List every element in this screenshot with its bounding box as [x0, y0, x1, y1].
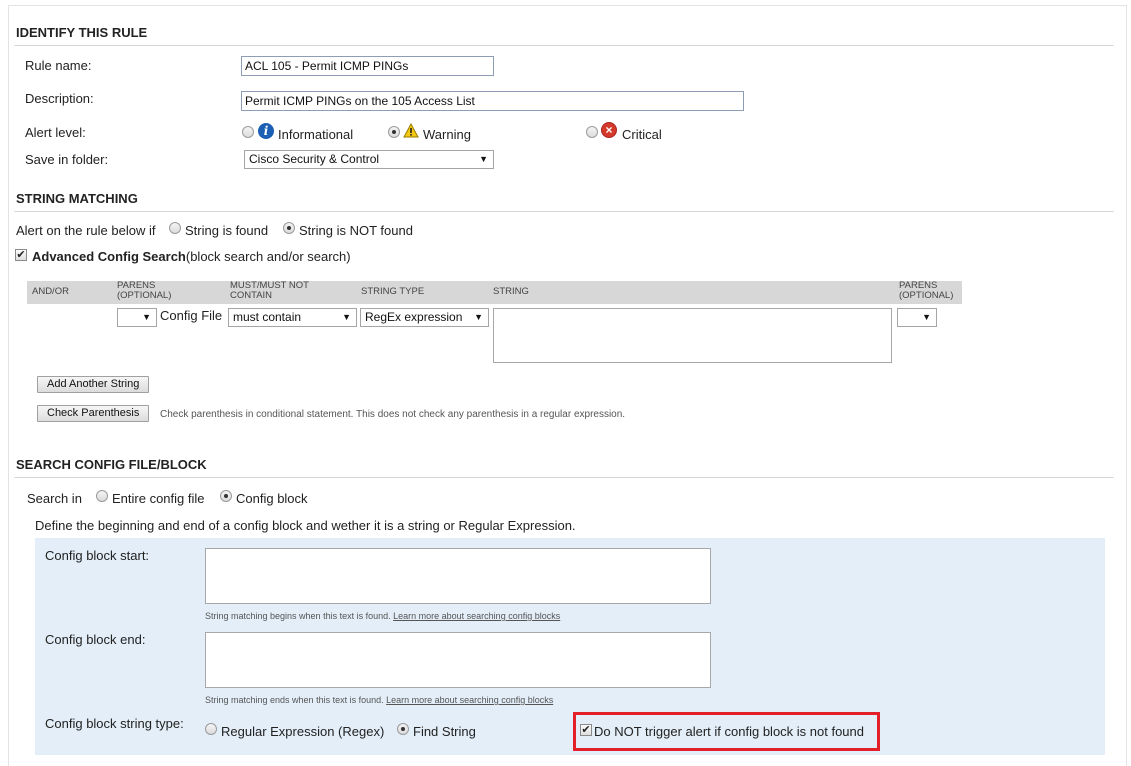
config-file-label: Config File [160, 308, 223, 323]
column-header-and-or: AND/OR [32, 286, 69, 297]
config-block-end-label: Config block end: [45, 632, 146, 647]
section-title-search-block: SEARCH CONFIG FILE/BLOCK [16, 457, 207, 472]
learn-more-link-end[interactable]: Learn more about searching config blocks [386, 695, 553, 705]
entire-config-file-radio[interactable] [96, 490, 108, 502]
config-block-start-note: String matching begins when this text is… [205, 611, 561, 621]
dropdown-arrow-icon: ▼ [479, 154, 488, 164]
type-find-string-label: Find String [413, 724, 476, 739]
parens-close-select[interactable]: ▼ [897, 308, 937, 327]
string-textarea[interactable] [493, 308, 892, 363]
string-type-select[interactable]: RegEx expression ▼ [360, 308, 489, 327]
rule-name-label: Rule name: [25, 58, 92, 73]
string-not-found-label: String is NOT found [299, 223, 413, 238]
type-regex-label: Regular Expression (Regex) [221, 724, 385, 739]
description-input[interactable]: Permit ICMP PINGs on the 105 Access List [241, 91, 744, 111]
save-folder-value: Cisco Security & Control [249, 152, 380, 166]
string-found-radio[interactable] [169, 222, 181, 234]
add-another-string-button[interactable]: Add Another String [37, 376, 150, 393]
alert-informational-radio[interactable] [242, 126, 254, 138]
alert-informational-label: Informational [278, 127, 354, 142]
description-label: Description: [25, 91, 94, 106]
column-header-string-type: STRING TYPE [361, 286, 425, 297]
section-divider [14, 211, 1114, 212]
config-block-end-note: String matching ends when this text is f… [205, 695, 554, 705]
define-block-text: Define the beginning and end of a config… [35, 518, 576, 533]
critical-icon: × [601, 122, 617, 138]
info-icon: i [258, 123, 274, 139]
search-in-label: Search in [27, 491, 82, 506]
column-header-string: STRING [493, 286, 529, 297]
type-regex-radio[interactable] [205, 723, 217, 735]
alert-critical-radio[interactable] [586, 126, 598, 138]
config-block-start-label: Config block start: [45, 548, 150, 563]
column-header-must: MUST/MUST NOT CONTAIN [230, 280, 309, 301]
frame-top-border [8, 5, 1126, 6]
section-title-identify: IDENTIFY THIS RULE [16, 25, 148, 40]
section-title-string-matching: STRING MATCHING [16, 191, 138, 206]
must-contain-select[interactable]: must contain ▼ [228, 308, 357, 327]
alert-warning-label: Warning [423, 127, 471, 142]
column-header-parens-close: PARENS (OPTIONAL) [899, 280, 954, 301]
entire-config-file-label: Entire config file [112, 491, 205, 506]
section-divider [14, 477, 1114, 478]
config-block-start-textarea[interactable] [205, 548, 711, 604]
alert-warning-radio[interactable] [388, 126, 400, 138]
dropdown-arrow-icon: ▼ [342, 312, 351, 322]
column-header-parens-open: PARENS (OPTIONAL) [117, 280, 172, 301]
advanced-config-search-checkbox[interactable]: ✔ [15, 249, 27, 261]
config-block-label: Config block [236, 491, 308, 506]
rule-name-input[interactable]: ACL 105 - Permit ICMP PINGs [241, 56, 494, 76]
frame-right-border [1126, 5, 1127, 766]
string-not-found-radio[interactable] [283, 222, 295, 234]
check-parenthesis-note: Check parenthesis in conditional stateme… [160, 409, 626, 420]
dropdown-arrow-icon: ▼ [142, 312, 151, 322]
learn-more-link-start[interactable]: Learn more about searching config blocks [393, 611, 560, 621]
warning-icon [403, 123, 419, 138]
highlight-annotation-box [573, 712, 880, 751]
alert-critical-label: Critical [622, 127, 662, 142]
save-folder-label: Save in folder: [25, 152, 109, 167]
config-block-radio[interactable] [220, 490, 232, 502]
dropdown-arrow-icon: ▼ [922, 312, 931, 322]
dropdown-arrow-icon: ▼ [474, 312, 483, 322]
config-block-type-label: Config block string type: [45, 716, 184, 731]
advanced-config-search-label: Advanced Config Search(block search and/… [32, 249, 351, 264]
check-parenthesis-button[interactable]: Check Parenthesis [37, 405, 150, 422]
type-find-string-radio[interactable] [397, 723, 409, 735]
parens-open-select[interactable]: ▼ [117, 308, 157, 327]
alert-condition-label: Alert on the rule below if [16, 223, 156, 238]
config-block-end-textarea[interactable] [205, 632, 711, 688]
alert-level-label: Alert level: [25, 125, 86, 140]
save-folder-select[interactable]: Cisco Security & Control ▼ [244, 150, 494, 169]
section-divider [14, 45, 1114, 46]
frame-left-border [8, 5, 9, 766]
string-found-label: String is found [185, 223, 269, 238]
